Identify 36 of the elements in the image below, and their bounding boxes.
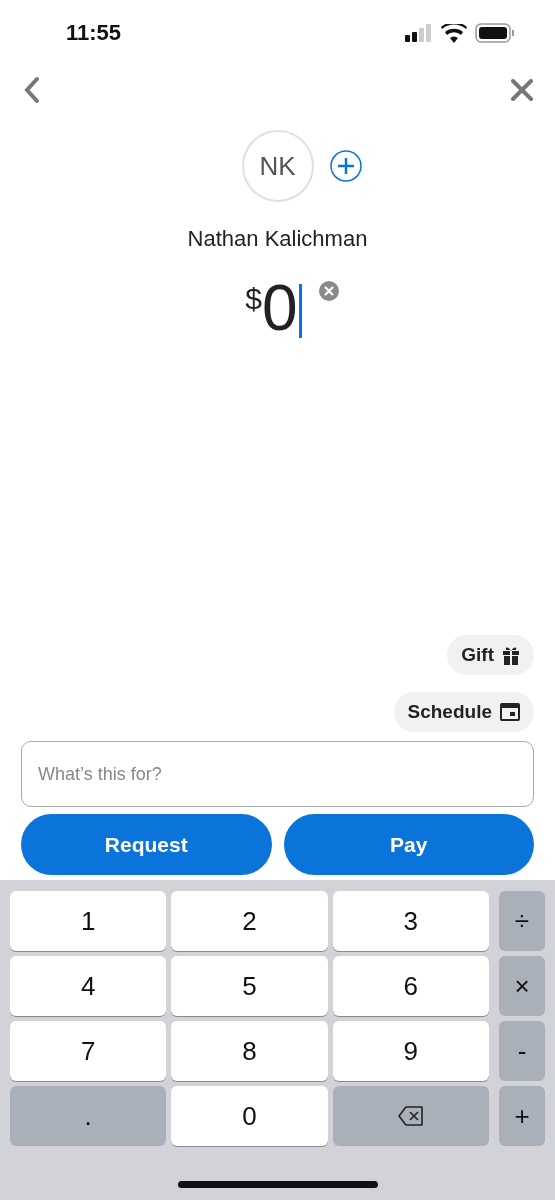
- avatar: NK: [241, 130, 314, 202]
- status-time: 11:55: [66, 20, 122, 46]
- keypad-key[interactable]: 4: [10, 956, 167, 1016]
- note-field[interactable]: What’s this for?: [21, 741, 534, 807]
- keypad-key[interactable]: 2: [171, 891, 328, 951]
- keypad-key[interactable]: 8: [171, 1021, 328, 1081]
- recipient-name: Nathan Kalichman: [187, 226, 368, 252]
- back-icon[interactable]: [22, 76, 42, 104]
- keypad-key[interactable]: 5: [171, 956, 328, 1016]
- keypad-key[interactable]: 3: [332, 891, 489, 951]
- currency-symbol: $: [245, 282, 263, 315]
- calendar-icon: [500, 703, 520, 721]
- add-icon[interactable]: [329, 150, 362, 182]
- decimal-key[interactable]: .: [10, 1086, 167, 1146]
- action-button[interactable]: Request: [21, 814, 272, 875]
- keypad-key[interactable]: 6: [332, 956, 489, 1016]
- operator-key[interactable]: ×: [499, 956, 545, 1016]
- keypad-key[interactable]: 1: [10, 891, 167, 951]
- close-icon[interactable]: [511, 79, 533, 101]
- keypad-key[interactable]: 0: [171, 1086, 328, 1146]
- operator-key[interactable]: -: [499, 1021, 545, 1081]
- signal-icon: [405, 24, 433, 42]
- gift-chip[interactable]: Gift: [447, 635, 534, 675]
- backspace-icon: [397, 1106, 424, 1126]
- gift-icon: [502, 645, 520, 665]
- battery-icon: [475, 23, 515, 43]
- operator-key[interactable]: ÷: [499, 891, 545, 951]
- action-button[interactable]: Pay: [283, 814, 534, 875]
- amount-value: 0: [262, 276, 298, 340]
- text-cursor: [298, 284, 302, 338]
- schedule-chip[interactable]: Schedule: [393, 692, 534, 732]
- clear-icon[interactable]: [317, 280, 340, 302]
- operator-key[interactable]: +: [499, 1086, 545, 1146]
- keypad-key[interactable]: 9: [332, 1021, 489, 1081]
- keypad-key[interactable]: 7: [10, 1021, 167, 1081]
- wifi-icon: [441, 23, 467, 43]
